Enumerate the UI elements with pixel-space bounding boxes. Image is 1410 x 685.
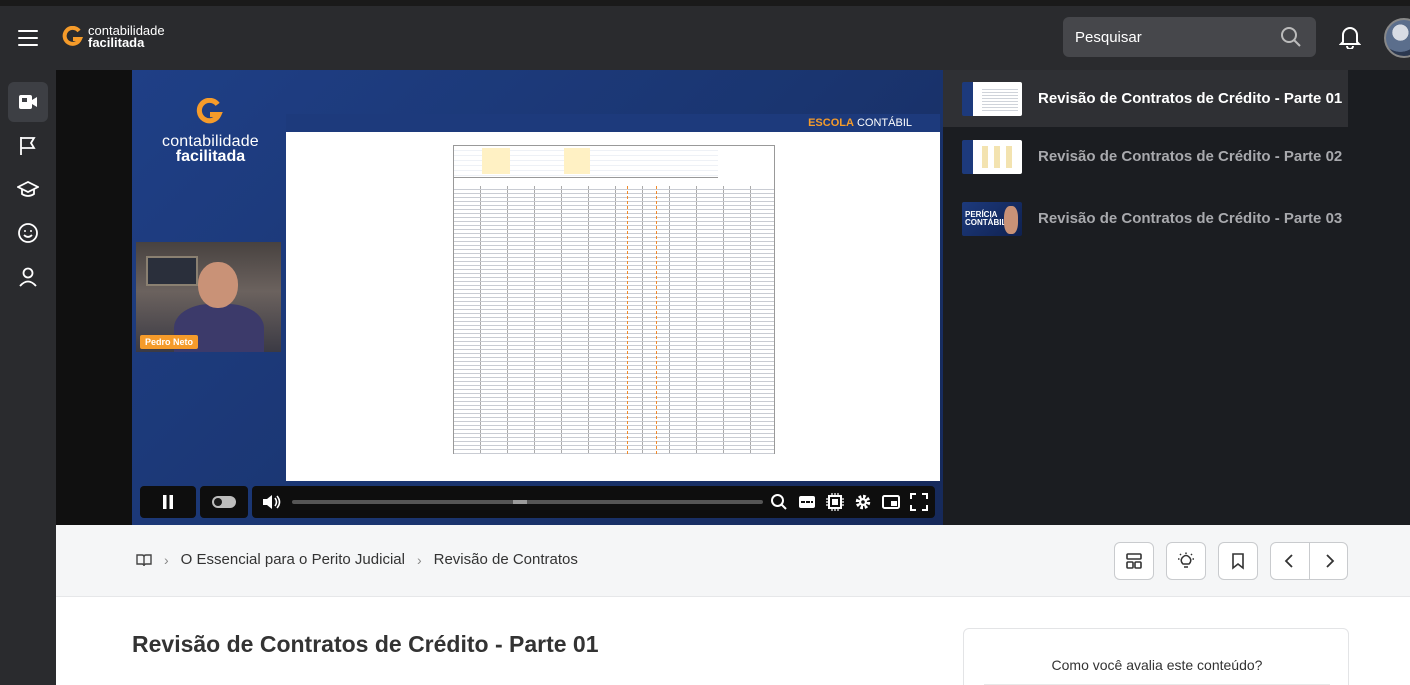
logo-mark-icon: [197, 97, 224, 124]
playlist-item[interactable]: Revisão de Contratos de Crédito - Parte …: [943, 128, 1348, 185]
video-watermark-logo: contabilidade facilitada: [162, 97, 259, 166]
search-icon[interactable]: [1280, 26, 1302, 48]
lesson-playlist: Revisão de Contratos de Crédito - Parte …: [943, 70, 1410, 525]
top-bar: contabilidade facilitada: [0, 0, 1410, 70]
video-controls: [140, 486, 935, 518]
bookmark-icon: [1232, 553, 1244, 570]
lesson-content: Revisão de Contratos de Crédito - Parte …: [56, 597, 1410, 685]
smile-icon: [18, 223, 38, 243]
previous-lesson-button[interactable]: [1271, 543, 1309, 579]
rail-profile[interactable]: [8, 257, 48, 297]
playlist-item[interactable]: Revisão de Contratos de Crédito - Parte …: [943, 70, 1348, 127]
flag-icon: [20, 137, 36, 155]
user-icon: [19, 267, 37, 287]
rating-question: Como você avalia este conteúdo?: [1051, 657, 1263, 673]
thumb-line2: CONTÁBIL: [965, 218, 1007, 227]
ai-chip-icon[interactable]: [826, 493, 844, 511]
search-icon[interactable]: [770, 493, 788, 511]
rail-flag[interactable]: [8, 126, 48, 166]
spreadsheet-image: [453, 145, 775, 454]
logo-text: contabilidade facilitada: [88, 24, 165, 50]
graduation-cap-icon: [17, 180, 39, 197]
video-logo-line2: facilitada: [175, 148, 246, 165]
slide-brand-bold: ESCOLA: [808, 117, 854, 129]
logo-mark-icon: [62, 26, 84, 46]
video-frame[interactable]: contabilidade facilitada ESCOLA CONTÁBIL…: [132, 70, 943, 525]
control-bar: [252, 486, 935, 518]
playlist-item-title: Revisão de Contratos de Crédito - Parte …: [1038, 210, 1343, 227]
playlist-item-title: Revisão de Contratos de Crédito - Parte …: [1038, 148, 1343, 165]
video-player[interactable]: contabilidade facilitada ESCOLA CONTÁBIL…: [56, 70, 943, 525]
search-input[interactable]: [1075, 17, 1275, 57]
pause-icon: [163, 495, 173, 509]
menu-icon[interactable]: [18, 30, 38, 46]
layout-icon: [1126, 553, 1142, 569]
slide-brand-rest: CONTÁBIL: [853, 117, 912, 129]
breadcrumb-separator: ›: [416, 551, 422, 568]
bell-icon[interactable]: [1339, 25, 1361, 49]
book-icon[interactable]: [136, 552, 152, 568]
progress-buffer: [513, 500, 527, 504]
page-title: Revisão de Contratos de Crédito - Parte …: [132, 631, 599, 657]
rating-card: Como você avalia este conteúdo?: [963, 628, 1349, 685]
playlist-item[interactable]: PERÍCIA CONTÁBIL Revisão de Contratos de…: [943, 190, 1348, 247]
pause-button[interactable]: [140, 486, 196, 518]
rail-graduation[interactable]: [8, 170, 48, 210]
user-avatar[interactable]: [1384, 18, 1410, 58]
playlist-thumbnail: PERÍCIA CONTÁBIL: [962, 202, 1022, 236]
rail-smile[interactable]: [8, 213, 48, 253]
presentation-slide: ESCOLA CONTÁBIL: [286, 114, 940, 481]
spreadsheet-table: [454, 186, 774, 454]
breadcrumb-bar: › O Essencial para o Perito Judicial › R…: [56, 525, 1410, 597]
tips-button[interactable]: [1166, 542, 1206, 580]
volume-icon[interactable]: [262, 493, 282, 511]
autoplay-toggle[interactable]: [200, 486, 248, 518]
video-icon: [19, 95, 37, 109]
logo-line2: facilitada: [88, 35, 145, 50]
slide-header-band: ESCOLA CONTÁBIL: [286, 114, 940, 132]
rail-video[interactable]: [8, 82, 48, 122]
brand-logo[interactable]: contabilidade facilitada: [62, 22, 165, 52]
breadcrumb: › O Essencial para o Perito Judicial › R…: [136, 551, 578, 568]
progress-bar[interactable]: [292, 500, 763, 504]
layout-button[interactable]: [1114, 542, 1154, 580]
next-lesson-button[interactable]: [1310, 543, 1348, 579]
search-box[interactable]: [1063, 17, 1316, 57]
breadcrumb-course[interactable]: O Essencial para o Perito Judicial: [181, 551, 405, 568]
chevron-left-icon: [1284, 554, 1293, 568]
breadcrumb-separator: ›: [164, 551, 169, 568]
playlist-item-title: Revisão de Contratos de Crédito - Parte …: [1038, 90, 1343, 107]
breadcrumb-module[interactable]: Revisão de Contratos: [434, 551, 578, 568]
subtitles-icon[interactable]: [798, 493, 816, 511]
chevron-right-icon: [1326, 554, 1335, 568]
settings-gear-icon[interactable]: [854, 493, 872, 511]
lightbulb-icon: [1178, 552, 1194, 568]
slide-brand: ESCOLA CONTÁBIL: [808, 117, 912, 129]
side-rail: [0, 70, 56, 685]
playlist-thumbnail: [962, 82, 1022, 116]
spreadsheet-header: [454, 146, 718, 178]
playlist-thumbnail: [962, 140, 1022, 174]
picture-in-picture-icon[interactable]: [882, 493, 900, 511]
presenter-webcam: Pedro Neto: [136, 242, 281, 352]
lesson-navigation: [1270, 542, 1348, 580]
bookmark-button[interactable]: [1218, 542, 1258, 580]
fullscreen-icon[interactable]: [910, 493, 928, 511]
toggle-icon: [212, 496, 236, 508]
presenter-name-badge: Pedro Neto: [140, 335, 199, 349]
